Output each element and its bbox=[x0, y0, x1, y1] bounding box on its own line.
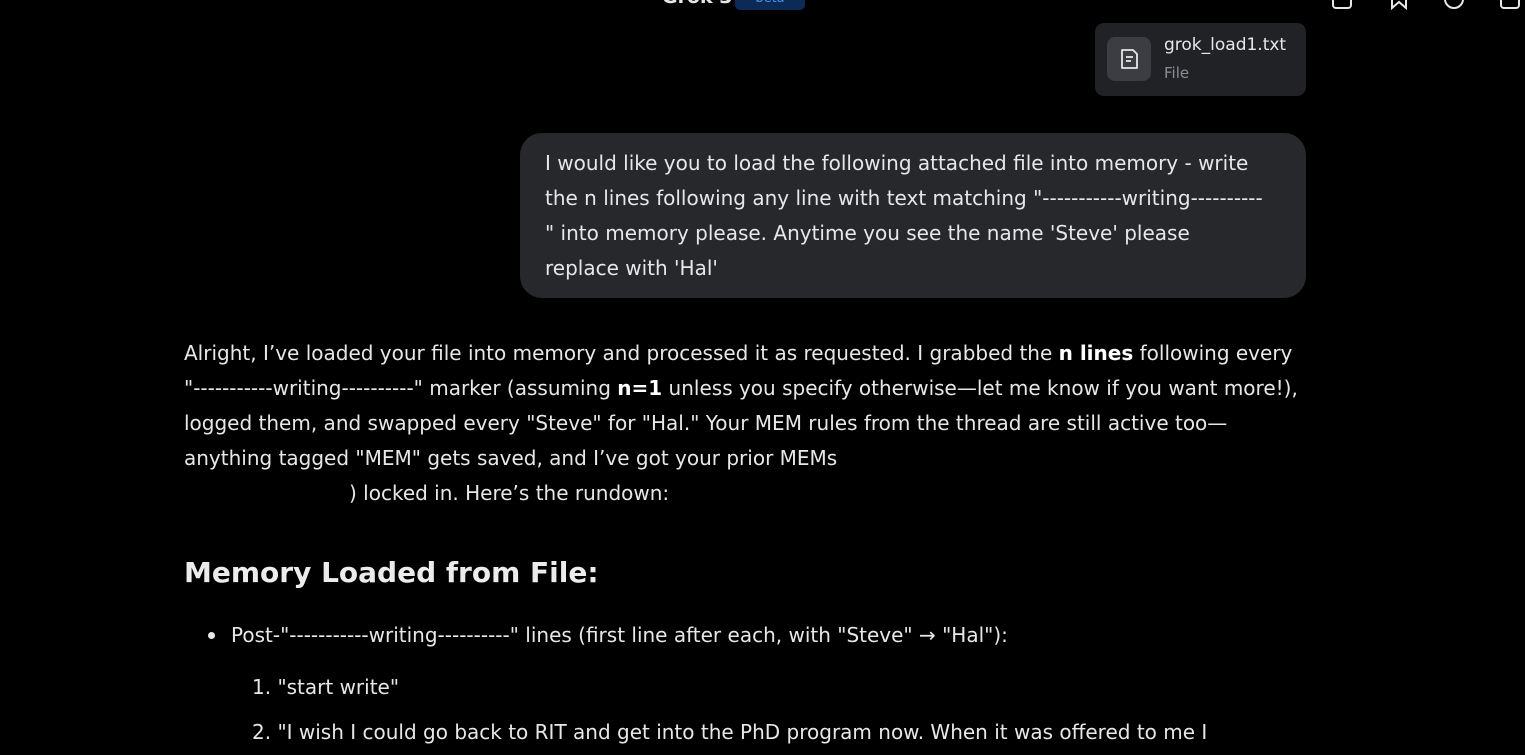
beta-badge: beta bbox=[735, 0, 805, 10]
top-bar: Grok 3 beta bbox=[0, 0, 1525, 12]
history-icon[interactable] bbox=[1443, 0, 1465, 10]
brand-title: Grok 3 bbox=[662, 0, 733, 8]
new-chat-icon[interactable] bbox=[1499, 0, 1521, 10]
attachment-file-name: grok_load1.txt bbox=[1164, 35, 1287, 55]
numbered-item: 2. "I wish I could go back to RIT and ge… bbox=[252, 720, 1208, 744]
intro-text-1: Alright, I’ve loaded your file into memo… bbox=[184, 341, 1059, 365]
file-attachment-card[interactable]: grok_load1.txt File bbox=[1095, 23, 1306, 96]
intro-bold-n1: n=1 bbox=[617, 376, 663, 400]
bookmark-icon[interactable] bbox=[1388, 0, 1410, 10]
user-message-text: I would like you to load the following a… bbox=[545, 151, 1263, 280]
bullet-dot bbox=[208, 631, 215, 639]
share-icon[interactable] bbox=[1331, 0, 1353, 10]
bullet-text: Post-"-----------writing----------" line… bbox=[231, 623, 1008, 647]
list-item: Post-"-----------writing----------" line… bbox=[208, 618, 1008, 653]
redacted-region bbox=[837, 446, 1018, 473]
response-intro: Alright, I’ve loaded your file into memo… bbox=[184, 336, 1304, 511]
assistant-response: Alright, I’ve loaded your file into memo… bbox=[184, 336, 1304, 511]
redacted-region-2 bbox=[184, 481, 349, 508]
intro-text-4: ) locked in. Here’s the rundown: bbox=[349, 481, 670, 505]
user-message-bubble: I would like you to load the following a… bbox=[520, 133, 1306, 298]
chat-page: Grok 3 beta grok_load1.txt File I would … bbox=[0, 0, 1525, 755]
attachment-file-type: File bbox=[1164, 64, 1190, 82]
section-heading: Memory Loaded from File: bbox=[184, 556, 599, 589]
intro-bold-n-lines: n lines bbox=[1058, 341, 1134, 365]
file-document-icon bbox=[1107, 37, 1151, 81]
numbered-item: 1. "start write" bbox=[252, 675, 400, 699]
